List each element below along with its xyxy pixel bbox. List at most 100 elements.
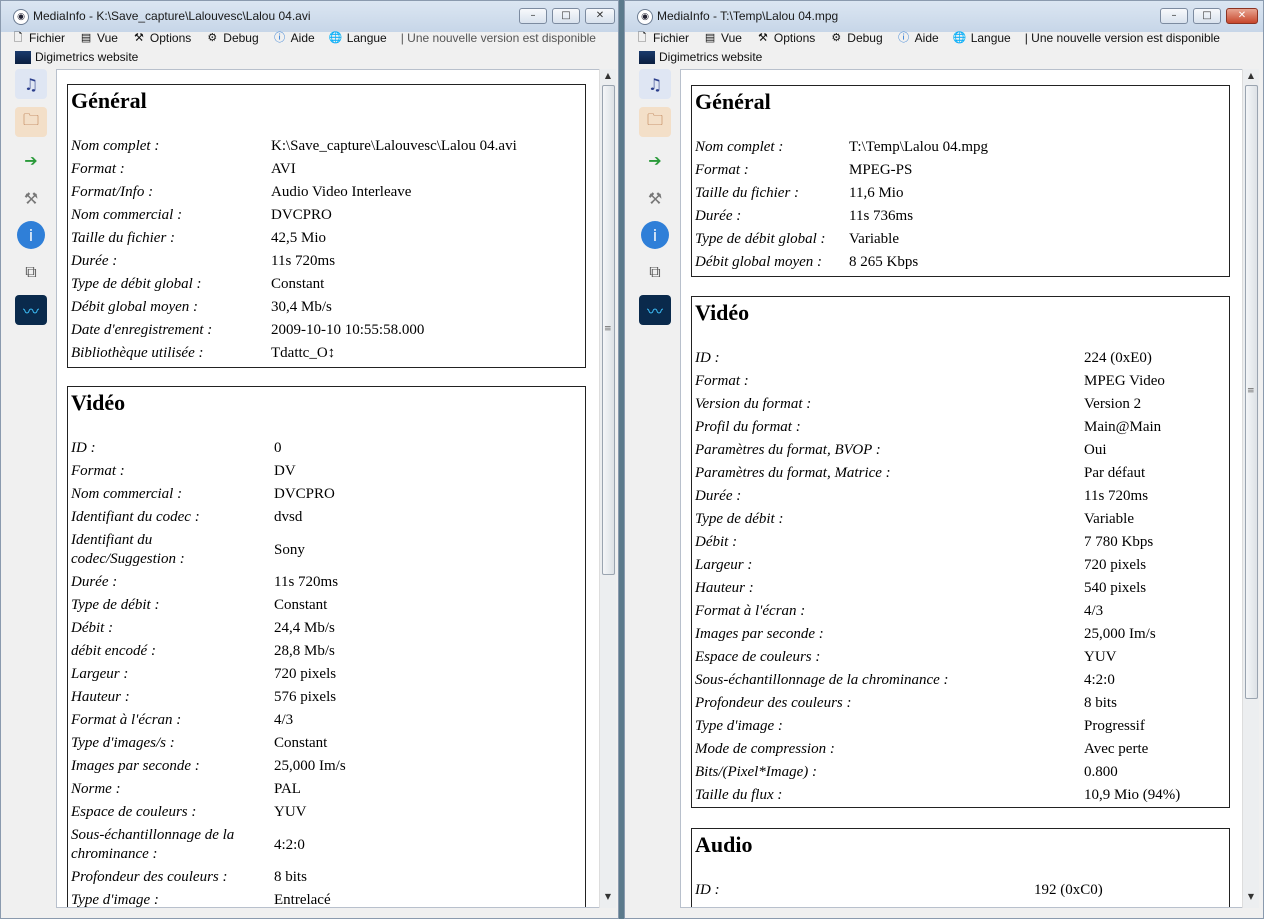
info-value: 8 bits xyxy=(1084,695,1117,711)
scroll-down-arrow-icon[interactable]: ▼ xyxy=(1243,892,1259,906)
window-title: MediaInfo - T:\Temp\Lalou 04.mpg xyxy=(657,9,839,23)
info-row: débit encodé : 28,8 Mb/s xyxy=(71,642,582,665)
menu-options[interactable]: ⚒ Options xyxy=(756,31,815,45)
info-key: Nom complet : xyxy=(695,139,784,155)
digimetrics-link[interactable]: Digimetrics website xyxy=(15,48,138,66)
menu-vue[interactable]: ▤ Vue xyxy=(703,31,742,45)
update-notice[interactable]: | Une nouvelle version est disponible xyxy=(401,31,596,45)
section-title: Général xyxy=(695,89,771,114)
info-value: 24,4 Mb/s xyxy=(274,620,335,636)
help-icon: ⓘ xyxy=(274,32,286,44)
preferences-icon[interactable]: ⚒ xyxy=(15,183,47,213)
open-folder-icon[interactable]: 🗀 xyxy=(15,107,47,137)
digimetrics-tool-icon[interactable]: 〰 xyxy=(15,295,47,325)
file-icon: 🗋 xyxy=(13,32,23,44)
info-value: 10,9 Mio (94%) xyxy=(1084,787,1181,803)
open-file-icon[interactable]: ♫ xyxy=(639,69,671,99)
info-key: Images par seconde : xyxy=(71,758,200,774)
info-row: Format/Info : Audio Video Interleave xyxy=(71,183,582,206)
info-value: 192 (0xC0) xyxy=(1034,882,1103,898)
menu-debug[interactable]: ⚙ Debug xyxy=(829,31,882,45)
info-row: Taille du fichier : 42,5 Mio xyxy=(71,229,582,252)
info-key: Profondeur des couleurs : xyxy=(71,869,228,885)
open-file-icon[interactable]: ♫ xyxy=(15,69,47,99)
info-value: K:\Save_capture\Lalouvesc\Lalou 04.avi xyxy=(271,138,517,154)
info-key: Format : xyxy=(71,463,125,479)
menu-fichier[interactable]: 🗋 Fichier xyxy=(635,31,689,45)
info-row: Débit : 7 780 Kbps xyxy=(695,533,1226,556)
info-row: Mode de compression : Avec perte xyxy=(695,740,1226,763)
maximize-button[interactable]: □ xyxy=(552,8,580,24)
globe-icon: 🌐 xyxy=(328,32,343,44)
info-row: Identifiant du codec : dvsd xyxy=(71,508,582,531)
maximize-button[interactable]: □ xyxy=(1193,8,1221,24)
scroll-up-arrow-icon[interactable]: ▲ xyxy=(1243,71,1259,85)
menu-aide[interactable]: ⓘ Aide xyxy=(273,31,315,45)
info-value: YUV xyxy=(274,804,307,820)
info-key: Taille du fichier : xyxy=(695,185,800,201)
info-key: Type d'image : xyxy=(695,718,783,734)
menu-aide[interactable]: ⓘ Aide xyxy=(897,31,939,45)
digimetrics-link[interactable]: Digimetrics website xyxy=(639,48,762,66)
info-key: Nom commercial : xyxy=(71,207,183,223)
info-value: 11s 720ms xyxy=(271,253,336,269)
info-key: débit encodé : xyxy=(71,643,156,659)
digimetrics-icon xyxy=(639,50,655,64)
info-row: Espace de couleurs : YUV xyxy=(695,648,1226,671)
info-row: Format à l'écran : 4/3 xyxy=(71,711,582,734)
info-row: Nom commercial : DVCPRO xyxy=(71,485,582,508)
vertical-scrollbar[interactable]: ▲ ≡ ▼ xyxy=(1242,69,1259,908)
minimize-button[interactable]: – xyxy=(1160,8,1188,24)
info-value: 4/3 xyxy=(274,712,294,728)
info-key: Type d'image : xyxy=(71,892,159,908)
info-row: Version du format : Version 2 xyxy=(695,395,1226,418)
info-row: Format : AVI xyxy=(71,160,582,183)
menu-options[interactable]: ⚒ Options xyxy=(132,31,191,45)
menu-bar: 🗋 Fichier ▤ Vue ⚒ Options ⚙ Debug ⓘ Aide 🌐 Lan… xyxy=(635,28,1253,48)
open-folder-icon[interactable]: 🗀 xyxy=(639,107,671,137)
report-panel[interactable]: Général Nom complet : K:\Save_capture\Lal… xyxy=(56,69,600,908)
debug-icon: ⚙ xyxy=(207,32,218,44)
menu-langue[interactable]: 🌐 Langue xyxy=(329,31,387,45)
info-key: ID : xyxy=(71,440,96,456)
menu-fichier[interactable]: 🗋 Fichier xyxy=(11,31,65,45)
export-icon[interactable]: ➔ xyxy=(15,145,47,175)
info-row: Paramètres du format, BVOP : Oui xyxy=(695,441,1226,464)
donate-icon[interactable]: ⧉ xyxy=(639,257,671,287)
info-value: 11s 720ms xyxy=(274,574,339,590)
info-key: Format à l'écran : xyxy=(71,712,182,728)
info-row: Taille du flux : 10,9 Mio (94%) xyxy=(695,786,1226,809)
vertical-scrollbar[interactable]: ▲ ≡ ▼ xyxy=(599,69,616,908)
scroll-down-arrow-icon[interactable]: ▼ xyxy=(600,892,616,906)
info-value: 576 pixels xyxy=(274,689,337,705)
donate-icon[interactable]: ⧉ xyxy=(15,257,47,287)
menu-vue[interactable]: ▤ Vue xyxy=(79,31,118,45)
info-value: T:\Temp\Lalou 04.mpg xyxy=(849,139,989,155)
report-panel[interactable]: Général Nom complet : T:\Temp\Lalou 04.mp… xyxy=(680,69,1245,908)
info-key: Norme : xyxy=(71,781,121,797)
info-key: Sous-échantillonnage de la chrominance : xyxy=(695,672,949,688)
about-icon[interactable]: i xyxy=(17,221,45,249)
info-value: Progressif xyxy=(1084,718,1145,734)
info-value: 4:2:0 xyxy=(274,837,305,853)
info-value: DV xyxy=(274,463,296,479)
info-row: Débit global moyen : 30,4 Mb/s xyxy=(71,298,582,321)
info-row: Bits/(Pixel*Image) : 0.800 xyxy=(695,763,1226,786)
update-notice[interactable]: | Une nouvelle version est disponible xyxy=(1025,31,1220,45)
digimetrics-tool-icon[interactable]: 〰 xyxy=(639,295,671,325)
close-button[interactable]: ✕ xyxy=(1226,8,1258,24)
menu-debug[interactable]: ⚙ Debug xyxy=(205,31,258,45)
export-icon[interactable]: ➔ xyxy=(639,145,671,175)
menu-langue[interactable]: 🌐 Langue xyxy=(953,31,1011,45)
info-row: Date d'enregistrement : 2009-10-10 10:55:… xyxy=(71,321,582,344)
info-row: ID : 0 xyxy=(71,439,582,462)
preferences-icon[interactable]: ⚒ xyxy=(639,183,671,213)
info-key: Taille du fichier : xyxy=(71,230,176,246)
info-key: Durée : xyxy=(695,488,742,504)
info-key: Format : xyxy=(695,162,749,178)
info-value: 8 265 Kbps xyxy=(849,254,919,270)
scroll-up-arrow-icon[interactable]: ▲ xyxy=(600,71,616,85)
close-button[interactable]: ✕ xyxy=(585,8,615,24)
minimize-button[interactable]: – xyxy=(519,8,547,24)
about-icon[interactable]: i xyxy=(641,221,669,249)
